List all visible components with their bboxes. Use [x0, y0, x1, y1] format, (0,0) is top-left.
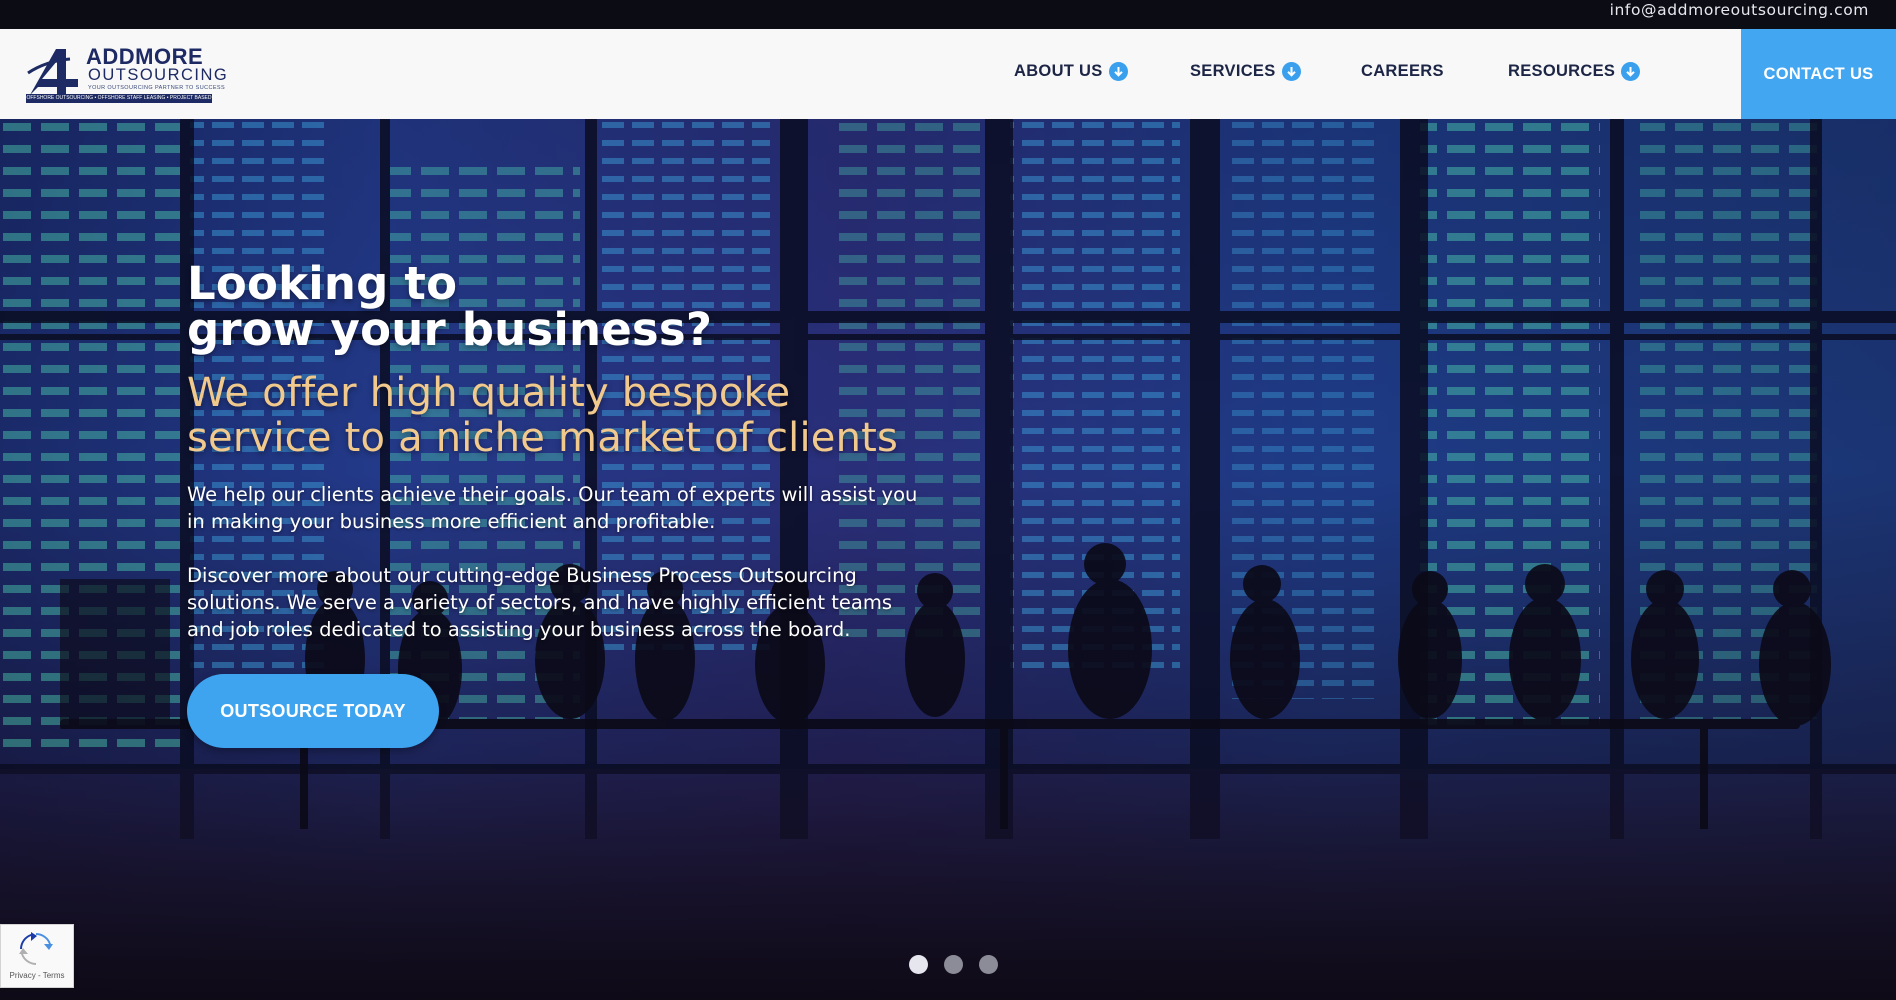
- hero-subheadline: We offer high quality bespoke service to…: [187, 371, 1087, 461]
- slider-dots: [909, 955, 998, 974]
- logo-tagline: YOUR OUTSOURCING PARTNER TO SUCCESS: [88, 85, 226, 91]
- logo-strip: OFFSHORE OUTSOURCING • OFFSHORE STAFF LE…: [26, 94, 212, 103]
- nav-services-label: SERVICES: [1190, 62, 1276, 80]
- recaptcha-terms[interactable]: Privacy - Terms: [1, 971, 73, 980]
- hero-section: Looking to grow your business? We offer …: [0, 119, 1896, 1000]
- hero-headline-line2: grow your business?: [187, 303, 713, 356]
- recaptcha-badge[interactable]: Privacy - Terms: [0, 924, 74, 988]
- slider-dot-1[interactable]: [909, 955, 928, 974]
- slider-dot-2[interactable]: [944, 955, 963, 974]
- hero-paragraph-2-line3: and job roles dedicated to assisting you…: [187, 618, 851, 641]
- hero-headline: Looking to grow your business?: [187, 261, 1087, 353]
- logo-name: ADDMORE: [86, 44, 204, 69]
- slider-dot-3[interactable]: [979, 955, 998, 974]
- logo[interactable]: ADDMORE OUTSOURCING YOUR OUTSOURCING PAR…: [26, 43, 227, 103]
- contact-us-button[interactable]: CONTACT US: [1741, 29, 1896, 119]
- site-header: ADDMORE OUTSOURCING YOUR OUTSOURCING PAR…: [0, 29, 1896, 119]
- nav-about-us[interactable]: ABOUT US: [1014, 62, 1128, 81]
- hero-subheadline-line2: service to a niche market of clients: [187, 415, 899, 461]
- chevron-down-circle-icon: [1281, 62, 1301, 81]
- hero-paragraph-1: We help our clients achieve their goals.…: [187, 481, 947, 535]
- outsource-today-button[interactable]: OUTSOURCE TODAY: [187, 674, 439, 748]
- hero-text-block: Looking to grow your business? We offer …: [187, 261, 1087, 643]
- nav-about-us-label: ABOUT US: [1014, 62, 1103, 80]
- chevron-down-circle-icon: [1108, 62, 1128, 81]
- hero-paragraph-2-line1: Discover more about our cutting-edge Bus…: [187, 564, 857, 587]
- nav-resources-label: RESOURCES: [1508, 62, 1616, 80]
- nav-services[interactable]: SERVICES: [1190, 62, 1301, 81]
- hero-paragraph-2: Discover more about our cutting-edge Bus…: [187, 562, 947, 643]
- hero-paragraph-1-line2: in making your business more efficient a…: [187, 510, 716, 533]
- hero-paragraph-1-line1: We help our clients achieve their goals.…: [187, 483, 918, 506]
- recaptcha-icon: [19, 932, 53, 965]
- hero-paragraph-2-line2: solutions. We serve a variety of sectors…: [187, 591, 893, 614]
- top-bar: info@addmoreoutsourcing.com: [0, 0, 1896, 29]
- email-link[interactable]: info@addmoreoutsourcing.com: [1610, 1, 1869, 19]
- nav-careers[interactable]: CAREERS: [1361, 62, 1444, 81]
- nav-resources[interactable]: RESOURCES: [1508, 62, 1641, 81]
- hero-subheadline-line1: We offer high quality bespoke: [187, 370, 791, 416]
- logo-name-sub: OUTSOURCING: [88, 66, 229, 84]
- nav-careers-label: CAREERS: [1361, 62, 1444, 80]
- chevron-down-circle-icon: [1621, 62, 1641, 81]
